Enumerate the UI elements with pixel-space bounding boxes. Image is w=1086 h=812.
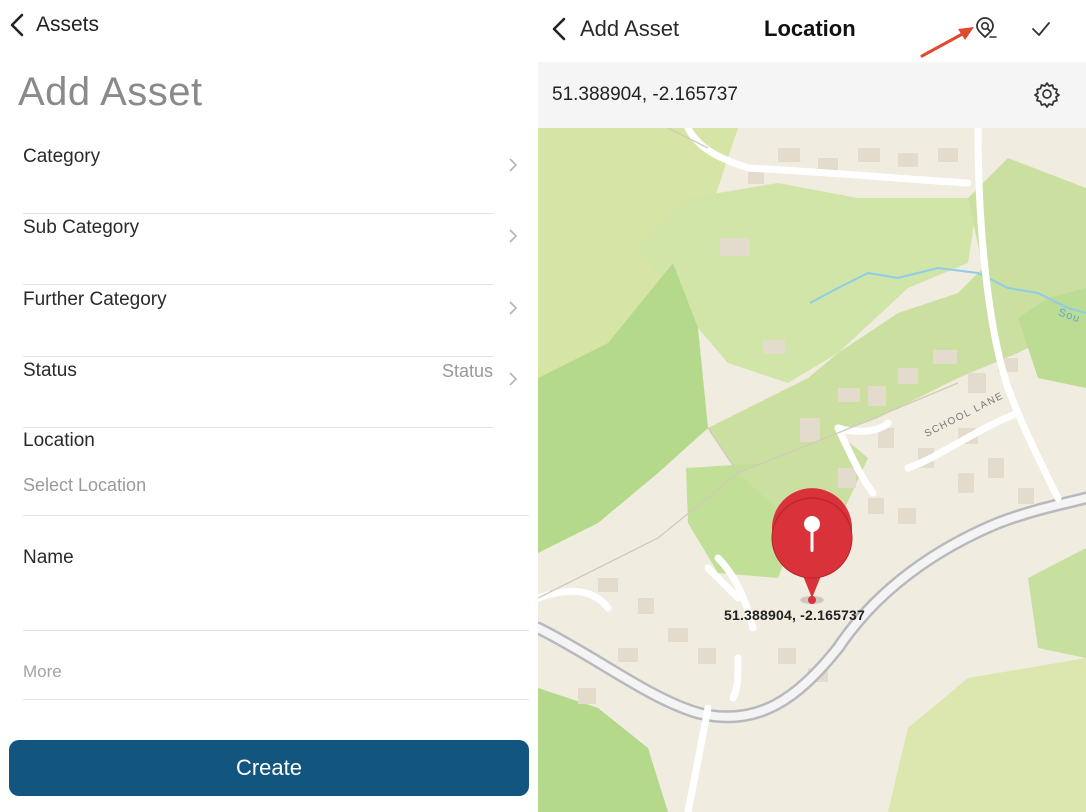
chevron-right-icon[interactable] bbox=[508, 228, 518, 244]
coordinates-text: 51.388904, -2.165737 bbox=[552, 84, 738, 105]
gear-icon[interactable] bbox=[1033, 80, 1061, 108]
page-title: Add Asset bbox=[18, 70, 203, 114]
map-canvas bbox=[538, 128, 1086, 812]
status-label: Status bbox=[23, 360, 77, 381]
chevron-right-icon[interactable] bbox=[508, 371, 518, 387]
category-row[interactable]: Category bbox=[23, 142, 493, 214]
back-to-assets-button[interactable]: Assets bbox=[8, 10, 99, 40]
chevron-left-icon bbox=[10, 13, 24, 37]
location-label: Location bbox=[23, 430, 95, 451]
create-button[interactable]: Create bbox=[9, 740, 529, 796]
annotation-arrow bbox=[920, 27, 974, 58]
chevron-right-icon[interactable] bbox=[508, 300, 518, 316]
name-label: Name bbox=[23, 547, 74, 568]
coordinates-bar: 51.388904, -2.165737 bbox=[538, 62, 1086, 128]
category-label: Category bbox=[23, 146, 101, 167]
location-map-pane: Add Asset Location 51.388904, -2.165737 bbox=[538, 0, 1086, 812]
name-field: Name bbox=[23, 545, 529, 631]
add-asset-form-pane: Assets Add Asset Category Sub Category F… bbox=[0, 0, 538, 812]
name-input[interactable] bbox=[23, 585, 529, 621]
back-label: Add Asset bbox=[580, 16, 680, 41]
location-selector[interactable]: Location Select Location bbox=[23, 430, 529, 516]
app-root: Assets Add Asset Category Sub Category F… bbox=[0, 0, 1086, 812]
pin-coordinates-label: 51.388904, -2.165737 bbox=[724, 607, 866, 623]
sub-category-row[interactable]: Sub Category bbox=[23, 213, 493, 285]
back-label: Assets bbox=[36, 13, 100, 36]
further-category-row[interactable]: Further Category bbox=[23, 285, 493, 357]
checkmark-icon[interactable] bbox=[1030, 18, 1052, 40]
chevron-left-icon bbox=[552, 17, 566, 41]
more-section[interactable]: More bbox=[23, 632, 529, 700]
location-search-icon[interactable] bbox=[974, 16, 998, 42]
sub-category-label: Sub Category bbox=[23, 217, 140, 238]
status-value: Status bbox=[441, 361, 493, 381]
location-nav-bar: Add Asset Location bbox=[538, 0, 1086, 60]
further-category-label: Further Category bbox=[23, 289, 167, 310]
select-location-placeholder[interactable]: Select Location bbox=[23, 475, 146, 496]
chevron-right-icon[interactable] bbox=[508, 157, 518, 173]
page-title: Location bbox=[764, 16, 856, 41]
back-to-add-asset-button[interactable]: Add Asset bbox=[550, 14, 679, 44]
map-view[interactable]: SCHOOL LANE 51.388904, -2.165737 Sou bbox=[538, 128, 1086, 812]
more-label: More bbox=[23, 662, 62, 681]
status-row[interactable]: Status Status bbox=[23, 356, 493, 428]
